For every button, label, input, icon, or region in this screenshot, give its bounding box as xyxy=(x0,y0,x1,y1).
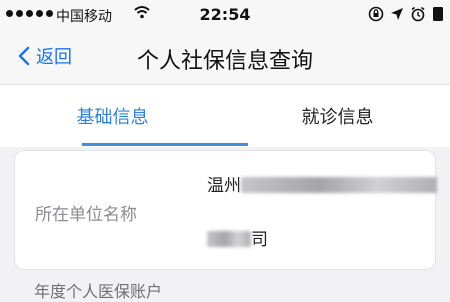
employer-name-value-line2: 司 xyxy=(207,225,268,250)
redacted-text xyxy=(241,177,437,193)
employer-name-visible-suffix: 司 xyxy=(251,230,268,250)
status-bar: 中国移动 22:54 xyxy=(0,0,450,30)
tab-basic-info[interactable]: 基础信息 xyxy=(0,85,225,147)
employer-name-label: 所在单位名称 xyxy=(35,205,137,225)
navigation-bar: 返回 个人社保信息查询 xyxy=(0,30,450,84)
tab-basic-info-label: 基础信息 xyxy=(76,107,149,128)
employer-info-card: 所在单位名称 温州 司 xyxy=(14,150,437,270)
tab-bar: 基础信息 就诊信息 xyxy=(0,84,450,147)
location-arrow-icon xyxy=(391,8,403,20)
employer-name-value-line1: 温州 xyxy=(207,171,437,196)
tab-medical-visits[interactable]: 就诊信息 xyxy=(225,85,450,147)
employer-name-visible-text: 温州 xyxy=(207,176,241,196)
battery-icon xyxy=(433,7,443,21)
alarm-clock-icon xyxy=(411,6,425,22)
redacted-text xyxy=(207,231,251,247)
annual-medical-account-label: 年度个人医保账户 xyxy=(34,282,163,301)
status-icons xyxy=(368,6,444,22)
rotation-lock-icon xyxy=(368,6,384,22)
tab-medical-visits-label: 就诊信息 xyxy=(301,107,374,128)
active-tab-indicator xyxy=(82,143,248,146)
page-title: 个人社保信息查询 xyxy=(136,49,313,74)
